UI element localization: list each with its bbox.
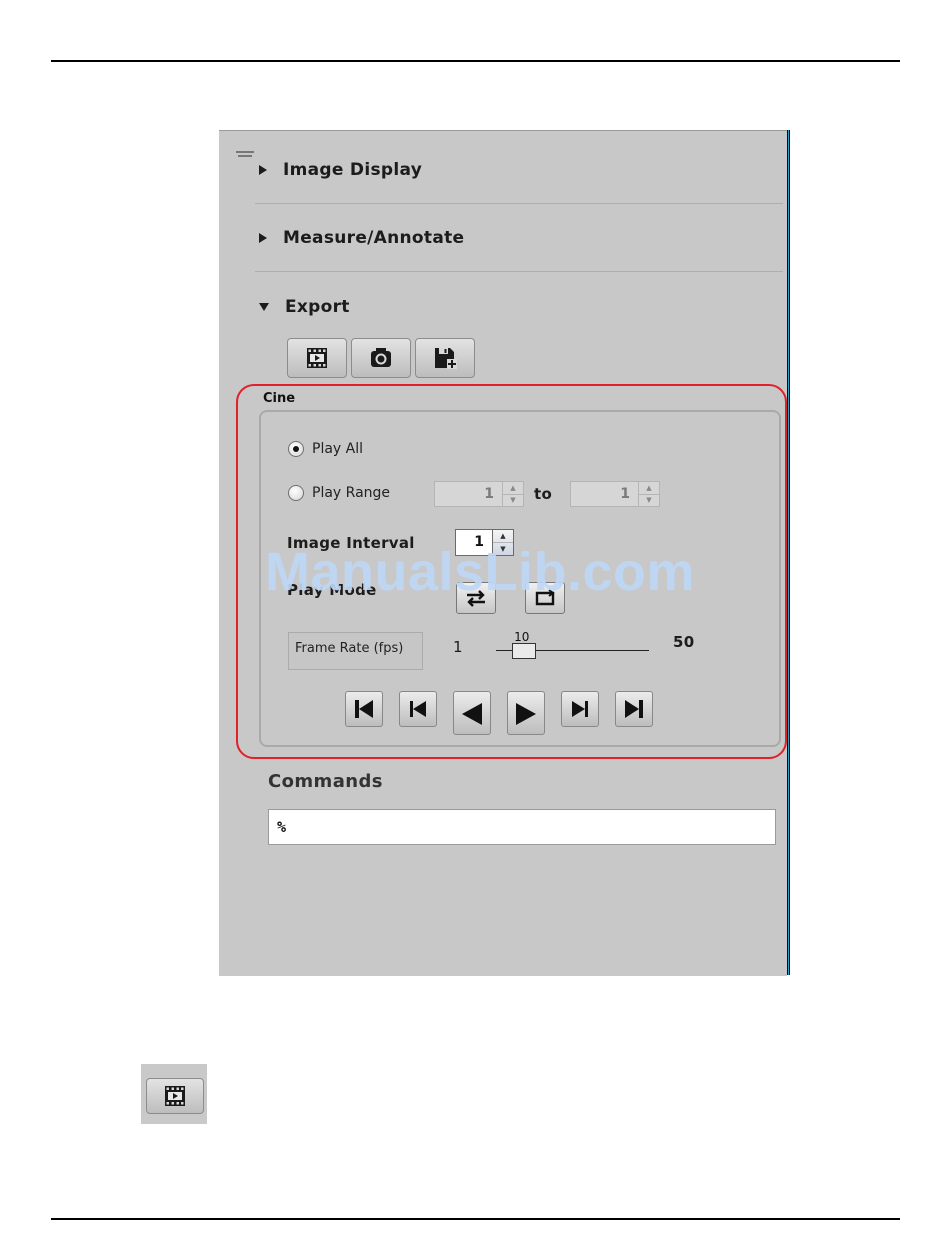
section-label: Image Display: [283, 160, 423, 180]
last-frame-button[interactable]: [615, 691, 653, 727]
film-icon: [307, 348, 327, 368]
frame-rate-thumb[interactable]: [512, 643, 537, 659]
section-measure-annotate[interactable]: Measure/Annotate: [259, 228, 464, 248]
cine-title: Cine: [263, 391, 296, 406]
range-to-label: to: [534, 485, 553, 503]
section-label: Measure/Annotate: [283, 228, 465, 248]
range-to-spinner[interactable]: 1 ▲ ▼: [570, 481, 660, 507]
spinner-up-icon[interactable]: ▲: [503, 482, 523, 494]
last-frame-icon: [625, 700, 643, 718]
camera-icon: [371, 348, 391, 367]
radio-unselected-icon: [288, 485, 304, 501]
footer-rule: [51, 1218, 900, 1220]
save-plus-icon: [435, 348, 457, 369]
spinner-up-icon[interactable]: ▲: [639, 482, 659, 494]
frame-rate-label: Frame Rate (fps): [288, 632, 423, 670]
first-frame-icon: [355, 700, 373, 718]
panel-menu-icon[interactable]: [236, 151, 254, 161]
play-button[interactable]: [507, 691, 545, 735]
section-label: Export: [285, 297, 350, 317]
commands-label: Commands: [268, 771, 383, 792]
screenshot-button[interactable]: [351, 338, 411, 378]
cine-export-button-sample: [146, 1078, 204, 1114]
section-export[interactable]: Export: [259, 297, 350, 317]
side-panel: Image Display Measure/Annotate Export Ci…: [219, 130, 787, 976]
frame-rate-value: 10: [514, 630, 530, 644]
play-range-radio[interactable]: Play Range: [288, 485, 390, 501]
watermark: ManualsLib.com: [265, 542, 696, 602]
header-rule: [51, 60, 900, 62]
first-frame-button[interactable]: [345, 691, 383, 727]
play-all-label: Play All: [312, 441, 364, 457]
previous-frame-icon: [410, 701, 426, 717]
range-to-value: 1: [620, 486, 630, 502]
radio-selected-icon: [288, 441, 304, 457]
spinner-down-icon[interactable]: ▼: [503, 493, 523, 507]
collapsed-triangle-icon: [259, 165, 267, 175]
expanded-triangle-icon: [259, 303, 269, 311]
divider: [255, 271, 783, 272]
panel-edge: [787, 130, 790, 975]
commands-input[interactable]: %: [268, 809, 776, 845]
play-reverse-button[interactable]: [453, 691, 491, 735]
play-range-label: Play Range: [312, 485, 391, 501]
section-image-display[interactable]: Image Display: [259, 160, 422, 180]
frame-rate-max: 50: [673, 633, 695, 651]
next-frame-icon: [572, 701, 588, 717]
save-button[interactable]: [415, 338, 475, 378]
range-from-spinner[interactable]: 1 ▲ ▼: [434, 481, 524, 507]
range-from-value: 1: [484, 486, 494, 502]
collapsed-triangle-icon: [259, 233, 267, 243]
cine-icon-illustration: [141, 1064, 207, 1124]
cine-export-button[interactable]: [287, 338, 347, 378]
next-frame-button[interactable]: [561, 691, 599, 727]
film-icon: [165, 1086, 185, 1106]
play-reverse-icon: [462, 703, 482, 725]
divider: [255, 203, 783, 204]
play-all-radio[interactable]: Play All: [288, 441, 363, 457]
spinner-down-icon[interactable]: ▼: [639, 493, 659, 507]
previous-frame-button[interactable]: [399, 691, 437, 727]
play-icon: [516, 703, 536, 725]
frame-rate-min: 1: [453, 638, 463, 656]
